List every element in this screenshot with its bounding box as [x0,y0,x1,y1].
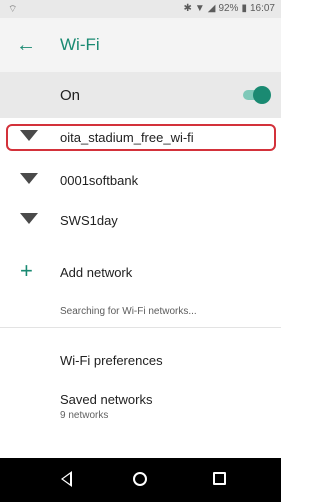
battery-percent: 92% [218,3,239,14]
arrow-left-icon[interactable]: ← [14,33,38,57]
wifi-signal-icon: ⌔ [8,4,18,15]
plus-icon: + [20,258,33,283]
navigation-bar [0,458,281,502]
wifi-signal-icon [20,213,38,224]
network-name: SWS1day [60,213,118,228]
divider [0,327,281,328]
back-icon[interactable] [61,471,72,487]
saved-networks-item[interactable]: Saved networks [60,392,153,407]
home-icon[interactable] [133,472,147,486]
network-name: 0001softbank [60,173,139,188]
battery-icon: ▮ [241,3,247,14]
toggle-thumb [253,86,271,104]
status-bar: ⌔ ✱ ▼ ◢ 92% ▮ 16:07 [0,0,281,18]
wifi-toggle-label: On [60,87,81,104]
wifi-signal-icon [20,173,38,184]
bluetooth-icon: ✱ [183,3,192,14]
status-time: 16:07 [249,3,275,14]
wifi-icon: ▼ [194,3,205,14]
add-network-button[interactable]: + Add network [0,256,281,290]
wifi-toggle-row[interactable]: On [0,72,281,118]
page-title: Wi-Fi [60,35,100,54]
add-network-label: Add network [60,265,133,280]
recents-icon[interactable] [213,472,226,485]
wifi-signal-icon [20,130,38,141]
network-item[interactable]: 0001softbank [0,160,281,202]
wifi-preferences-item[interactable]: Wi-Fi preferences [60,353,163,368]
wifi-toggle-switch[interactable] [241,86,271,104]
network-name: oita_stadium_free_wi-fi [60,130,194,145]
saved-networks-count: 9 networks [60,410,109,421]
network-item[interactable]: oita_stadium_free_wi-fi [0,117,281,159]
4g-signal-icon: ◢ [207,3,216,14]
network-item[interactable]: SWS1day [0,200,281,242]
status-right: ✱ ▼ ◢ 92% ▮ 16:07 [183,2,275,16]
searching-status: Searching for Wi-Fi networks... [60,306,197,317]
app-bar: ← Wi-Fi [0,18,281,72]
